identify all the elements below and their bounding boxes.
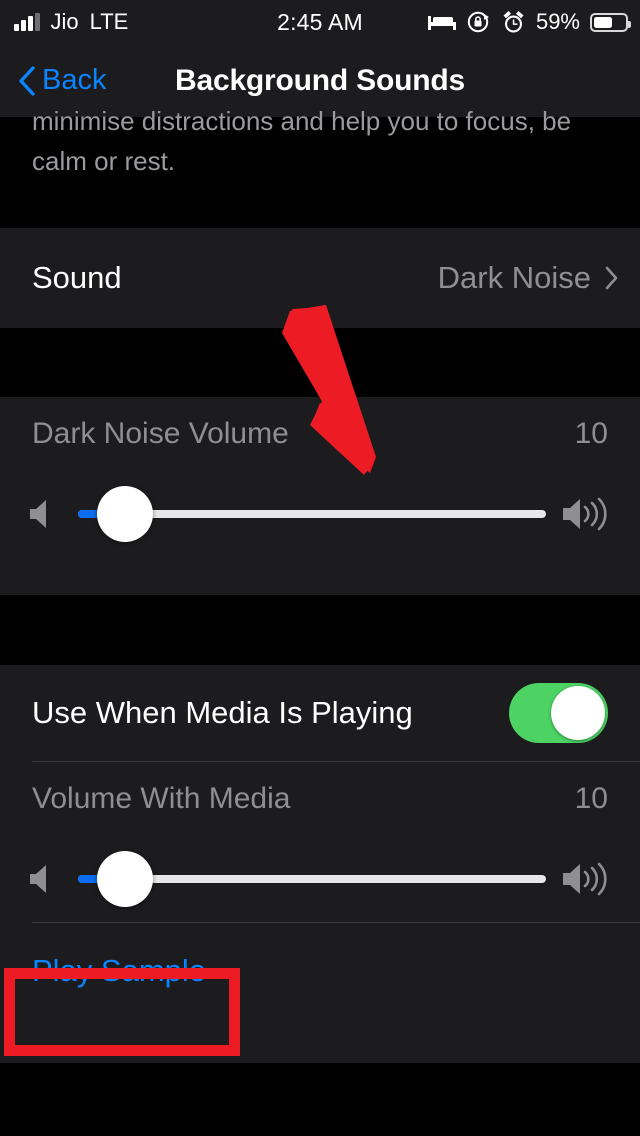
footer-text-line-2: calm or rest. xyxy=(32,146,176,176)
sound-row-label: Sound xyxy=(32,260,122,295)
section-footer-text: minimise distractions and help you to fo… xyxy=(0,106,640,228)
sound-row-value-group: Dark Noise xyxy=(438,260,618,296)
use-when-media-playing-switch[interactable] xyxy=(509,683,608,743)
media-volume-label: Volume With Media xyxy=(32,782,291,815)
sound-row[interactable]: Sound Dark Noise xyxy=(0,228,640,328)
page-title: Background Sounds xyxy=(175,63,465,97)
rotation-lock-icon xyxy=(467,11,489,33)
media-volume-track[interactable] xyxy=(78,851,546,907)
use-when-media-playing-row[interactable]: Use When Media Is Playing xyxy=(0,665,640,761)
status-bar-right: 59% xyxy=(427,9,631,35)
media-volume-value: 10 xyxy=(574,782,608,815)
noise-volume-thumb[interactable] xyxy=(96,486,153,542)
speaker-high-icon xyxy=(563,862,607,896)
media-volume-header: Volume With Media 10 xyxy=(0,762,640,836)
speaker-high-icon xyxy=(563,497,607,531)
battery-percent-label: 59% xyxy=(535,9,580,34)
noise-volume-value: 10 xyxy=(574,417,608,450)
footer-text-line-1: minimise distractions and help you to fo… xyxy=(32,106,572,136)
media-volume-thumb[interactable] xyxy=(96,851,153,907)
use-when-media-playing-label: Use When Media Is Playing xyxy=(32,695,413,730)
status-bar: Jio LTE 2:45 AM 59% xyxy=(0,0,640,44)
play-sample-label: Play Sample xyxy=(32,953,207,988)
chevron-right-icon xyxy=(605,266,618,290)
noise-volume-track[interactable] xyxy=(78,486,546,542)
noise-volume-section: Dark Noise Volume 10 xyxy=(0,397,640,595)
media-section: Use When Media Is Playing Volume With Me… xyxy=(0,665,640,1063)
noise-volume-label: Dark Noise Volume xyxy=(32,417,289,450)
noise-volume-block: Dark Noise Volume 10 xyxy=(0,397,640,557)
sound-row-value: Dark Noise xyxy=(437,260,591,295)
bed-icon xyxy=(427,16,456,30)
media-volume-slider-row[interactable] xyxy=(0,836,640,922)
sound-section: Sound Dark Noise xyxy=(0,228,640,328)
play-sample-row[interactable]: Play Sample xyxy=(0,923,640,1019)
speaker-low-icon xyxy=(30,500,46,528)
noise-volume-slider-row[interactable] xyxy=(0,471,640,557)
noise-volume-header: Dark Noise Volume 10 xyxy=(0,397,640,471)
speaker-low-icon xyxy=(30,865,46,893)
battery-icon xyxy=(590,12,631,32)
media-volume-block: Volume With Media 10 xyxy=(0,762,640,922)
settings-scroll-view[interactable]: minimise distractions and help you to fo… xyxy=(0,106,640,1136)
alarm-clock-icon xyxy=(503,10,524,32)
